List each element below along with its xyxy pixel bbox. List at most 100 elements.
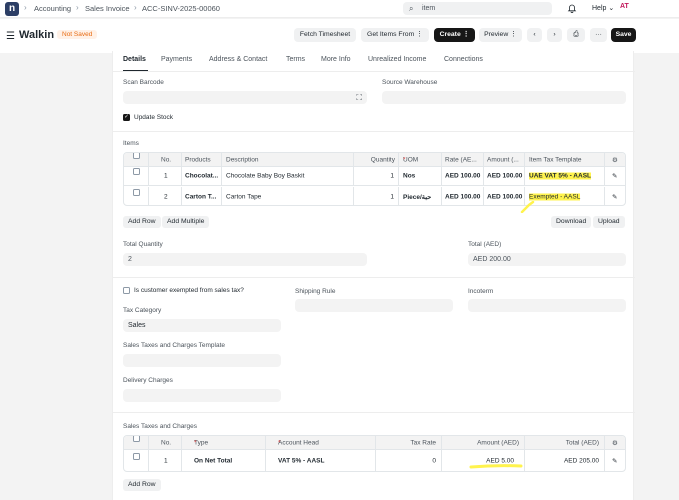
row-checkbox[interactable] (133, 188, 140, 196)
add-row-button[interactable]: Add Row (123, 479, 161, 491)
select-all-checkbox[interactable] (133, 153, 140, 159)
account-head-cell[interactable]: VAT 5% - AASL (278, 458, 324, 465)
quantity-cell[interactable]: 1 (390, 173, 394, 180)
uom-cell[interactable]: Nos (403, 173, 415, 180)
taxes-table-label: Sales Taxes and Charges (123, 423, 197, 430)
tax-rate-cell[interactable]: 0 (432, 458, 436, 465)
delivery-charges-input[interactable] (123, 389, 281, 402)
column-header: Item Tax Template (529, 156, 582, 163)
row-checkbox[interactable] (133, 453, 140, 460)
tab-address-contact[interactable]: Address & Contact (209, 56, 267, 63)
edit-row-icon[interactable]: ✎ (612, 457, 617, 465)
select-all-checkbox[interactable] (133, 436, 140, 442)
column-header: Products (185, 156, 211, 163)
taxes-template-label: Sales Taxes and Charges Template (123, 342, 226, 349)
menu-icon[interactable]: ☰ (6, 31, 15, 42)
row-number: 1 (164, 172, 168, 180)
source-warehouse-label: Source Warehouse (382, 79, 438, 86)
next-doc-button[interactable]: › (547, 28, 562, 42)
taxes-template-input[interactable] (123, 354, 281, 367)
update-stock-checkbox[interactable]: ✓ (123, 114, 130, 121)
scan-icon[interactable]: ⛶ (356, 93, 362, 103)
column-header: Tax Rate (410, 439, 436, 446)
tab-details[interactable]: Details (123, 56, 146, 63)
breadcrumb-document[interactable]: ACC-SINV-2025-00060 (142, 4, 220, 13)
gear-icon[interactable]: ⚙ (612, 156, 618, 164)
chevron-down-icon: ⌄ (608, 5, 615, 12)
upload-button[interactable]: Upload (593, 216, 625, 228)
rate-cell[interactable]: AED 100.00 (445, 193, 480, 200)
description-cell[interactable]: Chocolate Baby Boy Baskit (226, 173, 304, 180)
divider (113, 412, 635, 413)
chevron-right-icon: › (76, 3, 79, 12)
delivery-charges-label: Delivery Charges (123, 377, 173, 384)
more-icon: ··· (595, 31, 602, 38)
get-items-from-button[interactable]: Get Items From ⋮ (361, 28, 429, 42)
amount-cell[interactable]: AED 100.00 (487, 173, 522, 180)
tab-terms[interactable]: Terms (286, 56, 305, 63)
description-cell[interactable]: Carton Tape (226, 193, 261, 200)
preview-button[interactable]: Preview ⋮ (479, 28, 522, 42)
row-checkbox[interactable] (133, 168, 140, 175)
total-cell: AED 205.00 (563, 457, 599, 465)
tab-unrealized-income[interactable]: Unrealized Income (368, 56, 426, 63)
fetch-timesheet-button[interactable]: Fetch Timesheet (294, 28, 356, 42)
row-number: 2 (164, 193, 168, 200)
search-input[interactable]: item (422, 5, 435, 12)
prev-doc-button[interactable]: ‹ (527, 28, 542, 42)
breadcrumb-sales-invoice[interactable]: Sales Invoice (85, 4, 130, 13)
annotation-underline (469, 464, 523, 469)
tab-more-info[interactable]: More Info (321, 56, 351, 63)
tab-payments[interactable]: Payments (161, 56, 192, 63)
edit-row-icon[interactable]: ✎ (612, 193, 617, 201)
chevron-right-icon: › (553, 31, 556, 38)
rate-cell[interactable]: AED 100.00 (445, 173, 480, 180)
total-label: Total (AED) (468, 241, 502, 248)
tax-exempt-checkbox[interactable] (123, 287, 130, 294)
dropdown-icon: ⋮ (510, 31, 517, 38)
help-menu[interactable]: Help ⌄ (592, 4, 614, 12)
tax-category-input[interactable]: Sales (123, 319, 281, 332)
tax-exempt-label: Is customer exempted from sales tax? (134, 287, 244, 294)
app-logo[interactable]: n (5, 2, 19, 16)
page-header: ☰ Walkin Not Saved Fetch Timesheet Get I… (0, 19, 679, 53)
column-header: No. (161, 156, 172, 163)
product-cell[interactable]: Chocolat... (185, 173, 218, 180)
quantity-cell[interactable]: 1 (390, 193, 394, 200)
scan-barcode-input[interactable]: ⛶ (123, 91, 367, 104)
bell-icon[interactable] (567, 3, 577, 13)
add-row-button[interactable]: Add Row (123, 216, 161, 228)
form-card: Details Payments Address & Contact Terms… (112, 51, 635, 500)
incoterm-input[interactable] (468, 299, 626, 312)
avatar[interactable]: AT (620, 3, 634, 15)
table-row[interactable]: 2 Carton T... Carton Tape 1 Piece/حبة AE… (124, 187, 625, 205)
uom-cell[interactable]: Piece/حبة (403, 193, 431, 201)
column-header: Amount (AED) (477, 439, 519, 446)
chevron-right-icon: › (134, 3, 137, 12)
scan-barcode-label: Scan Barcode (123, 79, 164, 86)
annotation-stroke (520, 201, 535, 213)
breadcrumb-accounting[interactable]: Accounting (34, 4, 71, 13)
table-row[interactable]: 1 Chocolat... Chocolate Baby Boy Baskit … (124, 167, 625, 186)
product-cell[interactable]: Carton T... (185, 193, 216, 200)
amount-cell[interactable]: AED 100.00 (487, 193, 522, 200)
chevron-right-icon: › (24, 3, 27, 12)
shipping-rule-input[interactable] (295, 299, 453, 312)
tab-connections[interactable]: Connections (444, 56, 483, 63)
type-cell[interactable]: On Net Total (194, 458, 232, 465)
more-actions-button[interactable]: ··· (590, 28, 607, 42)
add-multiple-button[interactable]: Add Multiple (162, 216, 210, 228)
search-bar[interactable]: ⌕ item (403, 2, 552, 15)
row-number: 1 (164, 457, 168, 465)
table-row[interactable]: 1 On Net Total VAT 5% - AASL 0 AED 5.00 … (124, 450, 625, 471)
create-button[interactable]: Create ⋮ (434, 28, 475, 42)
edit-row-icon[interactable]: ✎ (612, 172, 617, 180)
source-warehouse-input[interactable] (382, 91, 626, 104)
print-button[interactable]: ⎙ (567, 28, 585, 42)
save-button[interactable]: Save (611, 28, 636, 42)
download-button[interactable]: Download (551, 216, 592, 228)
status-badge: Not Saved (57, 30, 98, 39)
gear-icon[interactable]: ⚙ (612, 439, 618, 447)
column-header: Description (226, 156, 259, 163)
update-stock-label: Update Stock (134, 114, 174, 121)
